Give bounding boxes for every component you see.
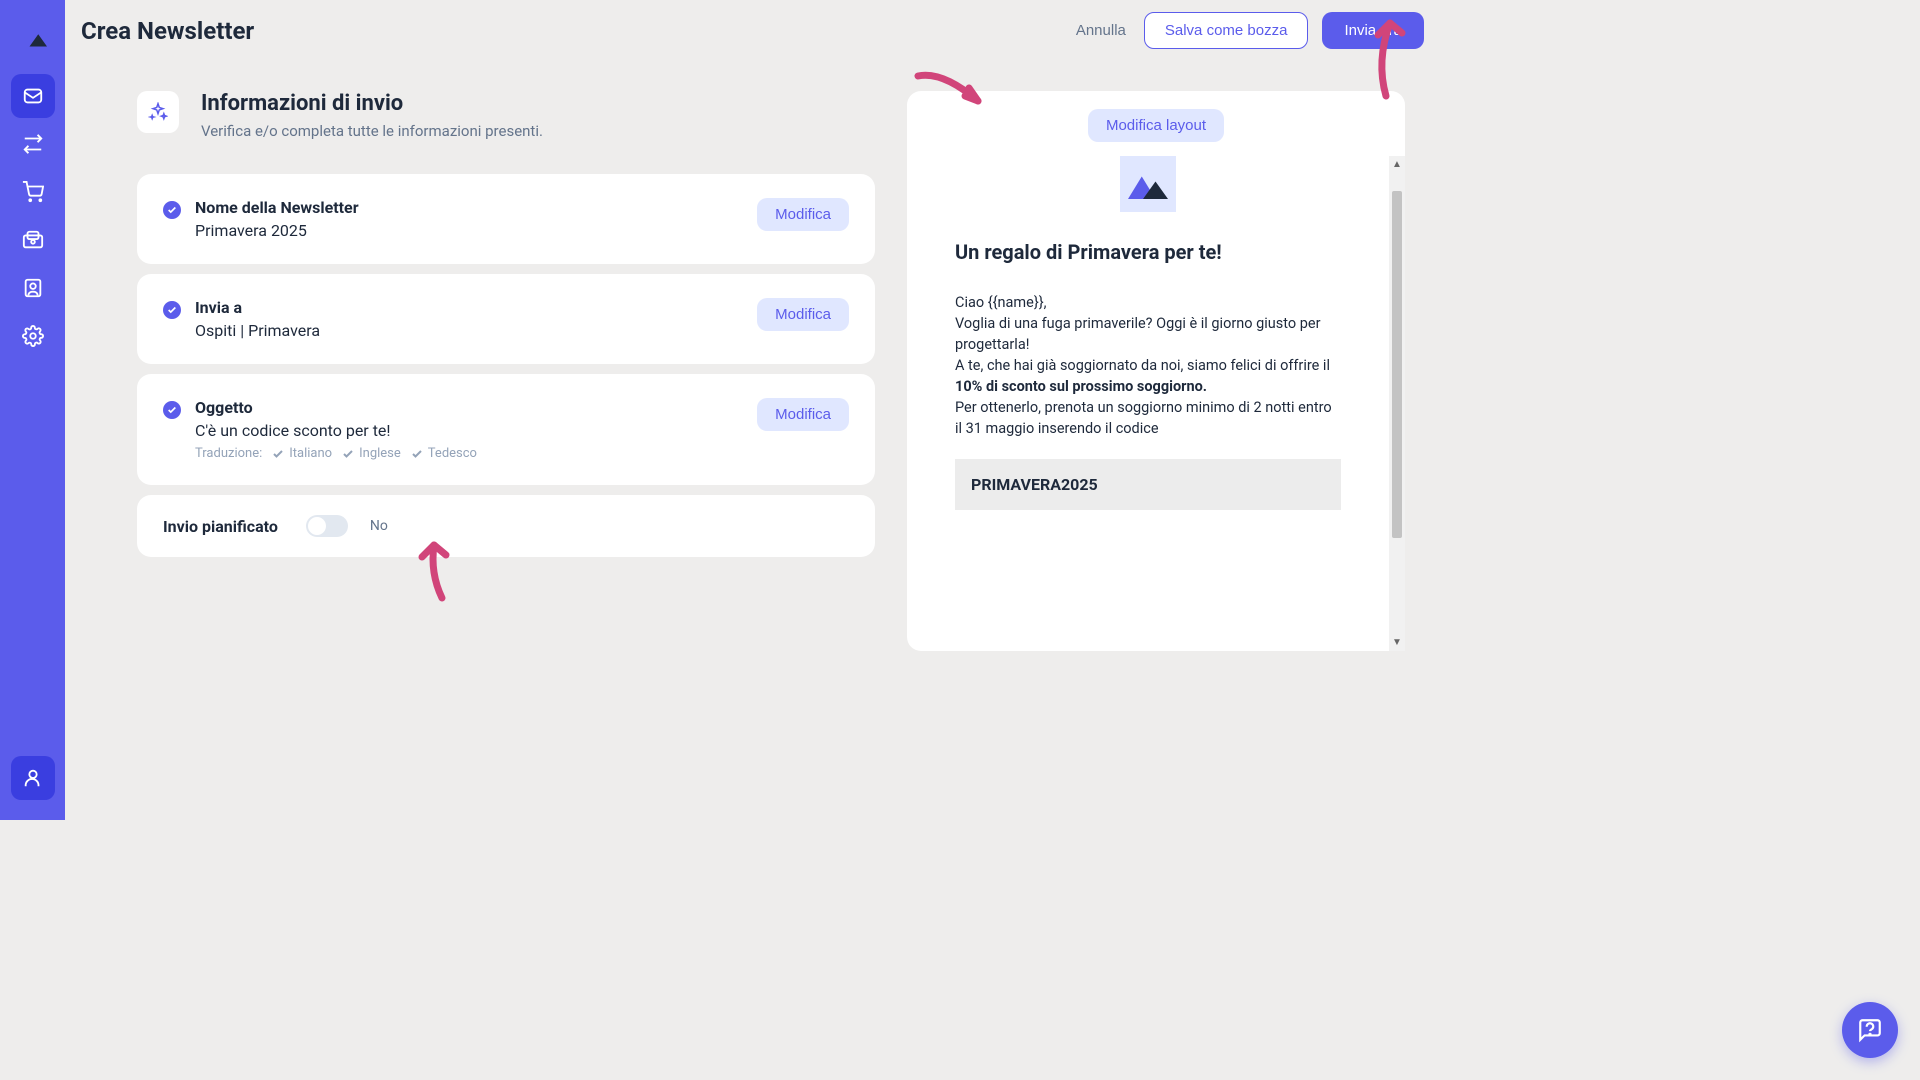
page-title: Crea Newsletter <box>81 17 254 45</box>
card-schedule: Invio pianificato No <box>137 495 875 557</box>
edit-subject-button[interactable]: Modifica <box>757 398 849 431</box>
cancel-button[interactable]: Annulla <box>1072 14 1130 47</box>
preview-panel: Modifica layout Un regalo di Primavera p… <box>907 91 1405 651</box>
recipients-label: Invia a <box>195 298 743 317</box>
lang-0: Italiano <box>289 446 332 461</box>
section-title: Informazioni di invio <box>201 91 543 116</box>
edit-name-button[interactable]: Modifica <box>757 198 849 231</box>
nav-payments[interactable] <box>11 218 55 262</box>
nav-cart[interactable] <box>11 170 55 214</box>
help-fab[interactable] <box>1842 1002 1898 1058</box>
lang-1: Inglese <box>359 446 401 461</box>
schedule-state: No <box>370 518 388 534</box>
edit-layout-button[interactable]: Modifica layout <box>1088 109 1224 142</box>
check-icon <box>163 301 181 319</box>
section-subtitle: Verifica e/o completa tutte le informazi… <box>201 122 543 140</box>
translations-row: Traduzione: Italiano Inglese Tedesco <box>195 446 743 461</box>
lang-2: Tedesco <box>428 446 477 461</box>
lang-check-icon: Inglese <box>342 446 401 461</box>
recipients-value: Ospiti | Primavera <box>195 321 743 340</box>
subject-value: C'è un codice sconto per te! <box>195 421 743 440</box>
preview-logo <box>1120 156 1176 212</box>
nav-automations[interactable] <box>11 122 55 166</box>
name-value: Primavera 2025 <box>195 221 743 240</box>
preview-body: Un regalo di Primavera per te! Ciao {{na… <box>907 156 1389 651</box>
translations-label: Traduzione: <box>195 446 262 461</box>
name-label: Nome della Newsletter <box>195 198 743 217</box>
card-subject: Oggetto C'è un codice sconto per te! Tra… <box>137 374 875 485</box>
card-recipients: Invia a Ospiti | Primavera Modifica <box>137 274 875 364</box>
edit-recipients-button[interactable]: Modifica <box>757 298 849 331</box>
card-name: Nome della Newsletter Primavera 2025 Mod… <box>137 174 875 264</box>
schedule-label: Invio pianificato <box>163 517 278 536</box>
subject-label: Oggetto <box>195 398 743 417</box>
lang-check-icon: Italiano <box>272 446 332 461</box>
topbar: Crea Newsletter Annulla Salva come bozza… <box>65 0 1440 61</box>
sparkle-icon <box>137 91 179 133</box>
sidebar <box>0 0 65 820</box>
lang-check-icon: Tedesco <box>411 446 477 461</box>
nav-user[interactable] <box>11 756 55 800</box>
check-icon <box>163 201 181 219</box>
schedule-toggle[interactable] <box>306 515 348 537</box>
logo <box>9 12 57 60</box>
check-icon <box>163 401 181 419</box>
preview-headline: Un regalo di Primavera per te! <box>955 240 1341 264</box>
send-now-button[interactable]: Invia ora <box>1322 12 1424 49</box>
nav-contacts[interactable] <box>11 266 55 310</box>
preview-scrollbar[interactable]: ▲ ▼ <box>1389 156 1405 651</box>
preview-text: Ciao {{name}}, Voglia di una fuga primav… <box>955 292 1341 439</box>
nav-settings[interactable] <box>11 314 55 358</box>
nav-mail[interactable] <box>11 74 55 118</box>
promo-code: PRIMAVERA2025 <box>955 459 1341 510</box>
save-draft-button[interactable]: Salva come bozza <box>1144 12 1309 49</box>
